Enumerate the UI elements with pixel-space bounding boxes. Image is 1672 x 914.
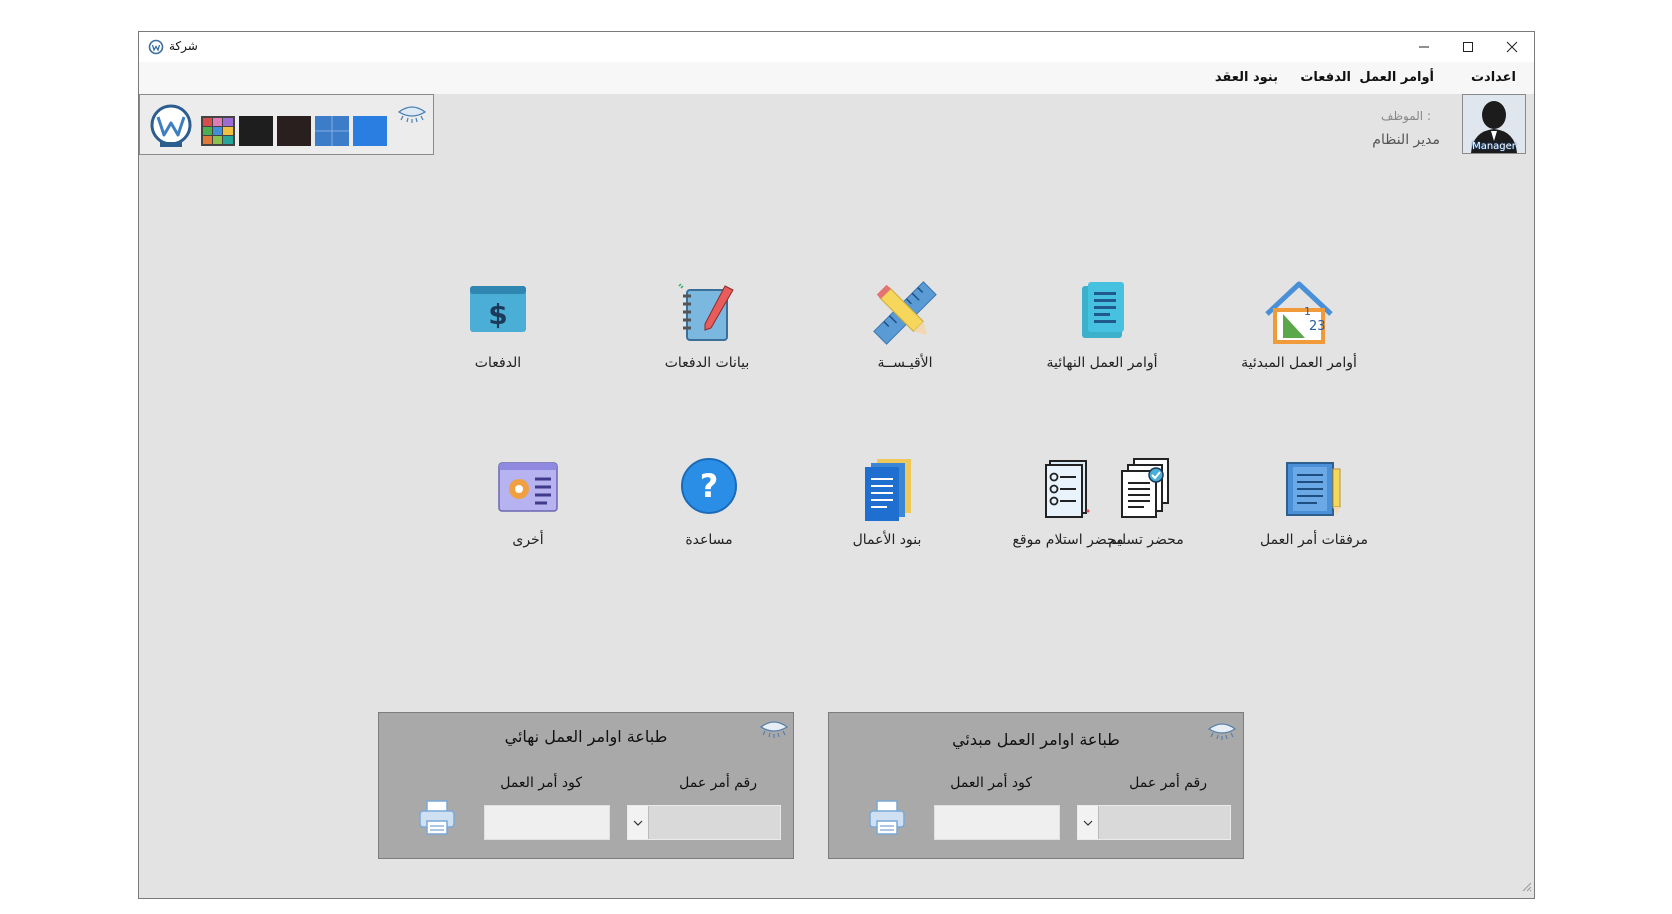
order-code-input[interactable] [484,805,610,840]
order-number-label: رقم أمر عمل [1129,775,1207,791]
svg-text:1: 1 [1304,305,1311,318]
svg-text:?: ? [700,467,719,505]
maximize-icon [1462,42,1473,52]
employee-name: مدير النظام [1372,132,1440,148]
tile-work-items[interactable]: بنود الأعمال [802,457,972,567]
dollar-icon: $ [470,286,526,332]
menu-settings[interactable]: اعدادت [1471,70,1516,85]
theme-swatch-blue-grid[interactable] [315,116,349,146]
print-final-title: طباعة اوامر العمل نهائي [504,727,668,746]
maximize-button[interactable] [1445,32,1490,62]
tile-payment-data[interactable]: بيانات الدفعات [622,280,792,390]
tile-label: أوامر العمل المبدئية [1241,355,1357,371]
print-final-panel: طباعة اوامر العمل نهائي رقم أمر عمل كود … [378,712,794,859]
order-number-select[interactable] [627,805,782,841]
menu-contract-items[interactable]: بنود العقد [1215,70,1278,85]
tile-site-receipt-report[interactable]: محضر استلام موقع [983,457,1153,567]
tile-work-order-attachments[interactable]: مرفقات أمر العمل [1229,457,1399,567]
notebook-icon [678,283,734,341]
tile-label: أخرى [512,532,544,548]
svg-text:23: 23 [1309,319,1326,334]
print-initial-title: طباعة اوامر العمل مبدئي [952,730,1120,749]
tile-other[interactable]: أخرى [443,457,613,567]
theme-swatch-dark[interactable] [239,116,273,146]
tile-initial-work-orders[interactable]: 1 23 أوامر العمل المبدئية [1214,280,1384,390]
order-code-label: كود أمر العمل [950,775,1032,791]
chevron-down-icon[interactable] [628,806,649,839]
theme-swatch-night[interactable] [277,116,311,146]
print-initial-panel: طباعة اوامر العمل مبدئي رقم أمر عمل كود … [828,712,1244,859]
tile-label: الدفعات [474,355,522,371]
tile-label: أوامر العمل النهائية [1046,355,1158,371]
tile-label: بنود الأعمال [852,532,922,548]
window-title: شركة [169,39,198,53]
document-list-icon [1082,282,1124,338]
tile-label: محضر استلام موقع [1012,532,1124,548]
menu-bar: اعدادت أوامر العمل الدفعات بنود العقد [139,62,1534,94]
theme-swatch-blue[interactable] [353,116,387,146]
print-button[interactable] [867,797,907,839]
help-icon: ? [681,458,737,514]
order-number-input[interactable] [650,806,782,841]
printer-icon [419,800,455,835]
ruler-pencil-icon [873,281,937,345]
svg-text:$: $ [488,298,507,331]
tile-label: مساعدة [685,532,733,548]
theme-panel [139,94,434,155]
eye-toggle-icon[interactable] [397,104,427,128]
chevron-down-icon[interactable] [1078,806,1099,839]
order-number-input[interactable] [1100,806,1232,841]
menu-payments[interactable]: الدفعات [1300,70,1351,85]
close-icon [1506,41,1517,53]
user-panel: : الموظف مدير النظام Manager [1234,94,1534,156]
menu-work-orders[interactable]: أوامر العمل [1359,70,1434,85]
tile-help[interactable]: ? مساعدة [624,457,794,567]
tile-label: مرفقات أمر العمل [1259,532,1369,548]
tile-label: الأقيـســة [877,355,933,371]
company-logo-icon [148,104,194,152]
tile-final-work-orders[interactable]: أوامر العمل النهائية [1017,280,1187,390]
order-code-label: كود أمر العمل [500,775,582,791]
eye-toggle-icon[interactable] [1207,719,1237,747]
resize-grip-icon[interactable] [1522,877,1532,896]
settings-window-icon [498,462,558,512]
blue-documents-icon [865,459,911,521]
app-logo-icon [148,39,164,59]
checklist-icon [1045,460,1090,518]
avatar-caption: Manager [1472,141,1516,152]
title-bar: شركة [139,32,1534,62]
print-button[interactable] [417,797,457,839]
order-number-label: رقم أمر عمل [679,775,757,791]
theme-swatch-multicolor[interactable] [201,116,235,146]
eye-toggle-icon[interactable] [759,717,789,745]
order-number-select[interactable] [1077,805,1232,841]
tile-measurements[interactable]: الأقيـســة [820,280,990,390]
tile-payments[interactable]: $ الدفعات [413,280,583,390]
house-math-icon: 1 23 [1265,281,1333,344]
printer-icon [869,800,905,835]
order-code-input[interactable] [934,805,1060,840]
employee-label: : الموظف [1381,109,1431,123]
close-button[interactable] [1489,32,1534,62]
minimize-button[interactable] [1401,32,1446,62]
app-window: شركة اعدادت أوامر العمل الدفعات بنود الع… [138,31,1535,899]
minimize-icon [1418,46,1429,48]
tile-label: بيانات الدفعات [664,355,750,371]
avatar: Manager [1462,94,1526,154]
notebook-pencil-icon [1286,462,1341,516]
